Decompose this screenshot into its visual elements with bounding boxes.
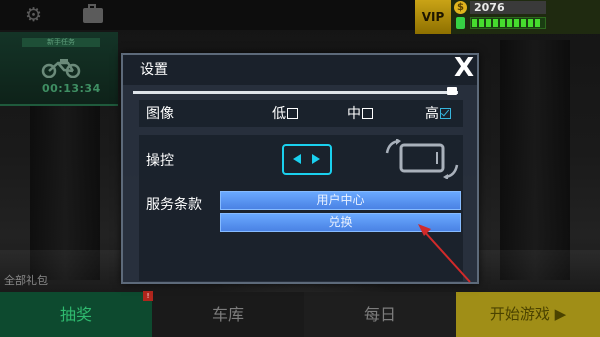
redeem-button[interactable]: 兑换	[220, 213, 461, 232]
fuel-segment	[500, 19, 505, 27]
right-arrow-icon	[312, 154, 320, 164]
dialog-header: 设置 X	[123, 53, 477, 85]
game-screen: ⚙ 新手任务 00:13:34 全部礼包 VIP $ 2076 抽奖 车库 每日…	[0, 0, 600, 337]
fuel-segment	[535, 19, 540, 27]
quality-low-label: 低	[272, 106, 286, 122]
controls-section: 操控	[139, 135, 463, 187]
service-label: 服务条款	[146, 197, 202, 213]
gear-icon[interactable]: ⚙	[25, 4, 42, 26]
quality-low-checkbox[interactable]	[287, 108, 298, 119]
nav-draw-button[interactable]: 抽奖	[0, 292, 152, 337]
motorbike-icon	[40, 56, 82, 83]
side-label[interactable]: 全部礼包	[4, 272, 48, 288]
service-section: 服务条款 用户中心 兑换	[139, 187, 463, 281]
scene-pillar	[500, 40, 570, 280]
fuel-segment	[507, 19, 512, 27]
fuel-segment	[528, 19, 533, 27]
fuel-icon	[456, 17, 465, 29]
volume-slider[interactable]	[133, 91, 458, 94]
buttons-control-icon[interactable]	[282, 144, 332, 175]
dialog-title: 设置	[140, 62, 168, 78]
quality-mid-option[interactable]: 中	[347, 106, 373, 122]
coin-icon: $	[454, 1, 467, 14]
notification-badge: !	[143, 291, 153, 301]
coin-count: 2076	[470, 1, 546, 14]
quality-high-checkbox[interactable]	[440, 108, 451, 119]
tilt-control-icon[interactable]	[379, 138, 465, 180]
fuel-segment	[472, 19, 477, 27]
fuel-segment	[486, 19, 491, 27]
fuel-segment	[479, 19, 484, 27]
quality-mid-checkbox[interactable]	[362, 108, 373, 119]
event-title: 新手任务	[22, 38, 100, 47]
start-game-button[interactable]: 开始游戏 ▶	[456, 292, 600, 337]
fuel-bar	[470, 17, 546, 29]
case-icon[interactable]	[82, 4, 104, 26]
case-icon-body	[83, 8, 103, 23]
quality-mid-label: 中	[347, 106, 361, 122]
close-icon[interactable]: X	[454, 53, 474, 83]
graphics-section: 图像 低 中 高	[139, 100, 463, 127]
left-arrow-icon	[293, 154, 301, 164]
fuel-segment	[521, 19, 526, 27]
user-center-button[interactable]: 用户中心	[220, 191, 461, 210]
fuel-segment	[493, 19, 498, 27]
nav-daily-button[interactable]: 每日	[304, 292, 456, 337]
quality-high-option[interactable]: 高	[425, 106, 451, 122]
nav-garage-button[interactable]: 车库	[152, 292, 304, 337]
event-timer: 00:13:34	[42, 82, 101, 95]
fuel-segment	[514, 19, 519, 27]
graphics-label: 图像	[146, 106, 174, 122]
quality-high-label: 高	[425, 106, 439, 122]
controls-label: 操控	[146, 153, 174, 169]
vip-badge[interactable]: VIP	[415, 0, 451, 34]
settings-dialog: 设置 X 图像 低 中 高 操控 服务条款 用户中心 兑换	[121, 53, 479, 284]
volume-slider-handle[interactable]	[446, 87, 457, 95]
quality-low-option[interactable]: 低	[272, 106, 298, 122]
